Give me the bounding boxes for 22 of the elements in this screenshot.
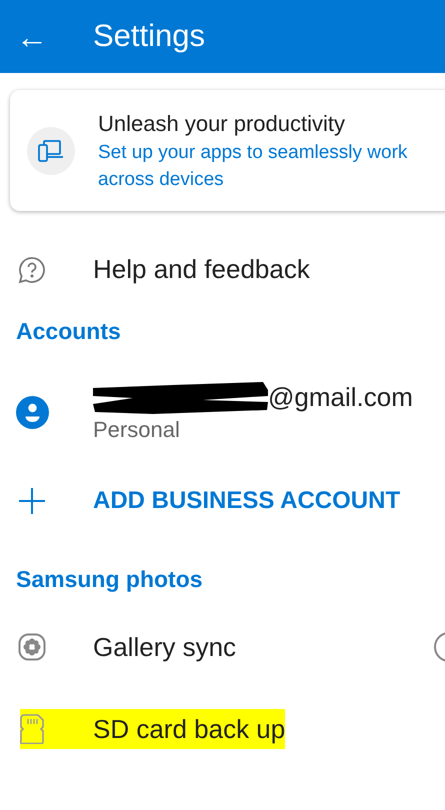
section-heading: Samsung photos bbox=[15, 565, 204, 594]
account-item[interactable]: @gmail.com Personal bbox=[0, 346, 445, 472]
account-email: @gmail.com bbox=[268, 381, 413, 414]
settings-item[interactable]: Gallery sync bbox=[0, 619, 445, 675]
plus-icon bbox=[18, 487, 46, 515]
section-heading: Accounts bbox=[15, 317, 122, 346]
item-label: Gallery sync bbox=[93, 630, 236, 664]
promo-title: Unleash your productivity bbox=[98, 110, 346, 138]
devices-icon bbox=[27, 126, 75, 174]
help-label: Help and feedback bbox=[93, 253, 310, 286]
avatar-icon bbox=[16, 396, 49, 428]
sd-card-icon bbox=[20, 714, 44, 744]
back-button[interactable]: ← bbox=[0, 0, 93, 73]
account-type: Personal bbox=[93, 416, 181, 444]
add-business-account-button[interactable]: ADD BUSINESS ACCOUNT bbox=[0, 472, 445, 530]
item-label: SD card back up bbox=[93, 709, 286, 749]
screen-title: Settings bbox=[93, 17, 206, 56]
settings-item[interactable]: SD card back up bbox=[0, 701, 445, 757]
promo-card[interactable]: Unleash your productivity Set up your apps to seamlessly work across devices bbox=[10, 90, 445, 211]
help-icon bbox=[18, 256, 46, 284]
promo-subtitle: Set up your apps to seamlessly work across devices bbox=[98, 140, 408, 192]
flower-icon bbox=[18, 633, 46, 661]
